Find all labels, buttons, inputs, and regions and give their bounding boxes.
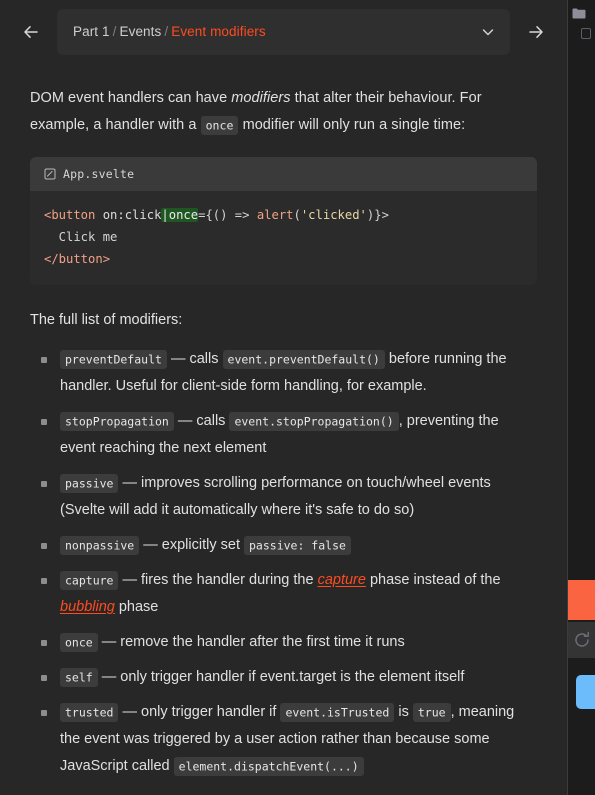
list-item: self — only trigger handler if event.tar… [30,664,537,691]
breadcrumb-separator-2: / [164,24,169,39]
intro-text-1: DOM event handlers can have [30,90,232,106]
modifier-name: stopPropagation [60,411,174,431]
list-item: nonpassive — explicitly set passive: fal… [30,532,537,559]
inline-code-once: once [200,115,239,135]
intro-paragraph: DOM event handlers can have modifiers th… [30,85,537,139]
file-icon[interactable] [581,28,591,39]
code-attribute: on:click [95,208,162,222]
modifier-desc: — only trigger handler if [118,704,281,720]
svelte-file-icon [44,168,56,180]
modifier-code: event.isTrusted [280,702,395,722]
tutorial-content-panel: Part 1/Events / Event modifiers DOM event … [0,0,568,795]
modifier-desc: — improves scrolling performance on touc… [60,475,491,518]
intro-text-3: modifier will only run a single time: [238,117,466,133]
arrow-right-icon[interactable] [514,10,558,54]
breadcrumb-selector[interactable]: Part 1/Events / Event modifiers [57,8,510,55]
folder-icon[interactable] [572,8,586,19]
code-function: alert [256,208,294,222]
modifier-name: nonpassive [60,535,140,555]
code-paren-open: ( [293,208,301,222]
modifier-code: event.preventDefault() [222,349,385,369]
blue-button[interactable] [576,675,595,709]
intro-emphasis: modifiers [231,90,291,106]
code-string: 'clicked' [300,208,367,222]
app-root: Part 1/Events / Event modifiers DOM event … [0,0,595,795]
modifier-code: event.stopPropagation() [229,411,399,431]
code-modifier-highlight: |once [161,208,199,222]
bubbling-phase-link[interactable]: bubbling [60,599,115,615]
folder-glyph [572,8,586,19]
list-item: capture — fires the handler during the c… [30,567,537,621]
list-item: trusted — only trigger handler if event.… [30,699,537,780]
modifier-desc: — remove the handler after the first tim… [97,634,405,650]
arrow-left-icon[interactable] [9,10,53,54]
code-tag-open: <button [44,208,96,222]
modifier-rest: phase [114,599,159,615]
modifier-code-dispatch: element.dispatchEvent(...) [173,756,364,776]
modifier-desc: — calls [173,413,230,429]
list-item: preventDefault — calls event.preventDefa… [30,346,537,400]
modifier-name: trusted [60,702,119,722]
chevron-down-icon[interactable] [480,24,496,40]
breadcrumb-part: Part 1 [73,24,110,39]
modifier-list: preventDefault — calls event.preventDefa… [30,346,537,780]
lesson-body: DOM event handlers can have modifiers th… [0,63,567,795]
modifier-desc: — calls [166,351,223,367]
accent-button[interactable] [568,580,595,620]
breadcrumb-section: Events [119,24,162,39]
capture-phase-link[interactable]: capture [318,572,366,588]
modifier-mid: is [394,704,413,720]
code-block: App.svelte <button on:click|once={() => … [30,157,537,285]
list-item: stopPropagation — calls event.stopPropag… [30,408,537,462]
modifier-name: self [60,667,98,687]
list-item: passive — improves scrolling performance… [30,470,537,524]
code-tag-close: </button> [44,252,111,266]
modifier-desc: — fires the handler during the [118,572,318,588]
modifier-desc: — explicitly set [139,537,244,553]
modifier-name: preventDefault [60,349,167,369]
tutorial-navigation-bar: Part 1/Events / Event modifiers [0,0,567,63]
code-line-2: Click me [44,230,118,244]
breadcrumb-separator-1: / [112,24,117,39]
reload-icon[interactable] [568,622,595,658]
modifier-desc: — only trigger handler if event.target i… [97,669,465,685]
list-lead-text: The full list of modifiers: [30,312,183,328]
code-block-content[interactable]: <button on:click|once={() => alert('clic… [30,191,537,285]
breadcrumb: Part 1/Events / Event modifiers [73,24,480,39]
modifier-code-true: true [412,702,451,722]
modifier-name: once [60,632,98,652]
breadcrumb-current: Event modifiers [171,24,266,39]
modifier-name: capture [60,570,119,590]
code-equals: ={() => [198,208,257,222]
code-paren-close: )}> [366,208,389,222]
list-item: once — remove the handler after the firs… [30,629,537,656]
reload-glyph [574,631,589,647]
code-block-filename: App.svelte [63,167,135,181]
code-block-header[interactable]: App.svelte [30,157,537,191]
editor-side-panel [568,0,595,795]
modifier-code: passive: false [244,535,351,555]
modifier-mid: phase instead of the [365,572,501,588]
modifier-name: passive [60,473,119,493]
